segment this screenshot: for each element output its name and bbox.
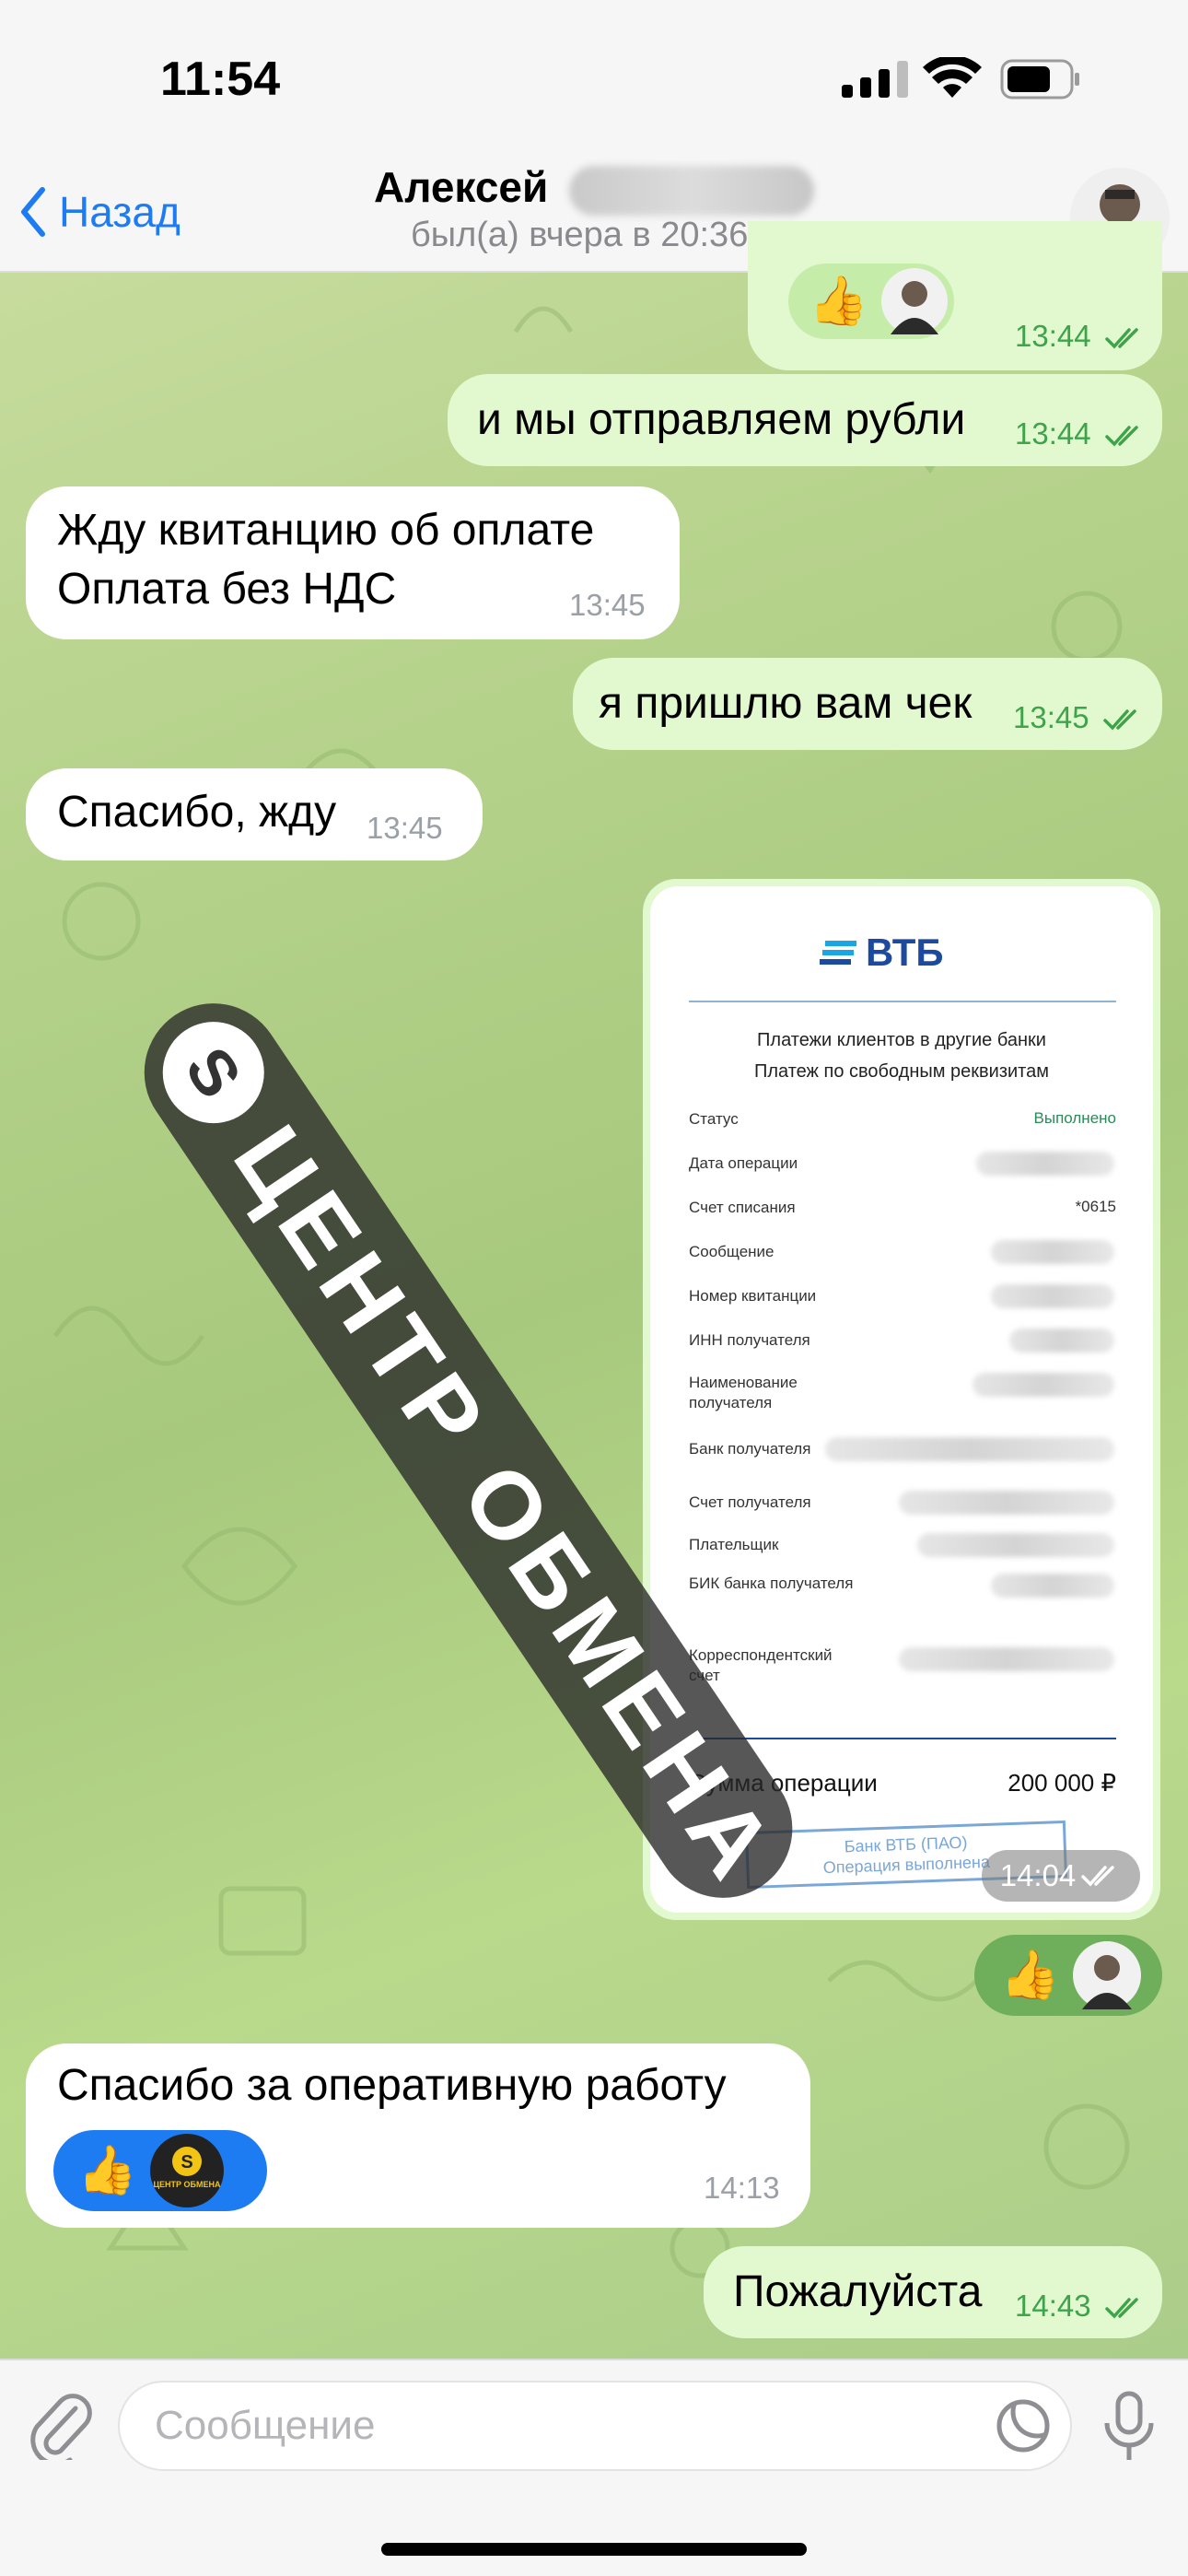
receipt-subheading: Платеж по свободным реквизитам [753, 1061, 1049, 1082]
back-button[interactable]: Назад [18, 175, 181, 249]
cellular-signal-icon [842, 61, 908, 98]
vtb-logo: ВТБ [820, 931, 944, 975]
message-time: 13:44 [1015, 416, 1146, 451]
message-text: Спасибо, жду [57, 788, 337, 837]
receipt-row-label: ИНН получателя [689, 1331, 810, 1349]
receipt-row-label: Сообщение [689, 1243, 775, 1260]
sticker-icon[interactable] [995, 2397, 1052, 2454]
reaction-chip[interactable]: 👍 [974, 1935, 1162, 2016]
vtb-logo-icon [820, 941, 856, 965]
redacted-value [973, 1373, 1114, 1397]
receipt-row-label: Счет списания [689, 1199, 796, 1216]
receipt-row-label: Корреспондентский счет [689, 1646, 833, 1684]
chat-screen: 11:54 Назад Алексей был(а) вчера в 20:36… [0, 0, 1188, 2576]
reactor-avatar-icon [1072, 1941, 1141, 2009]
redacted-value [991, 1574, 1114, 1598]
redacted-value [991, 1284, 1114, 1308]
message-input[interactable] [118, 2381, 1072, 2471]
redacted-value [899, 1647, 1114, 1671]
double-check-icon [1081, 1866, 1115, 1887]
message-bubble-out[interactable]: 👍 13:44 [748, 221, 1162, 370]
message-text: я пришлю вам чек [599, 679, 973, 728]
reaction-chip[interactable]: 👍 S ЦЕНТР ОБМЕНА [53, 2130, 267, 2211]
message-text-line-1: Жду квитанцию об оплате [57, 506, 595, 555]
status-bar: 11:54 [0, 0, 1188, 157]
redacted-value [991, 1240, 1114, 1264]
bank-name: ВТБ [866, 931, 944, 974]
status-time: 11:54 [160, 53, 281, 106]
receipt-row-label: БИК банка получателя [689, 1575, 854, 1592]
receipt-row-label: Плательщик [689, 1536, 779, 1553]
back-label: Назад [59, 188, 181, 236]
receipt-image-message[interactable]: ВТБ Платежи клиентов в другие банки Плат… [643, 879, 1160, 1920]
double-check-icon [1103, 709, 1136, 731]
thumbs-up-icon: 👍 [809, 275, 868, 328]
message-text: Спасибо за оперативную работу [57, 2061, 727, 2110]
battery-icon [1000, 59, 1079, 100]
paperclip-icon[interactable] [28, 2390, 92, 2460]
message-time: 14:43 [1015, 2289, 1146, 2324]
receipt-document[interactable]: ВТБ Платежи клиентов в другие банки Плат… [650, 886, 1153, 1913]
last-seen-status: был(а) вчера в 20:36 [411, 216, 749, 254]
receipt-heading: Платежи клиентов в другие банки [757, 1030, 1046, 1050]
receipt-row-label: Дата операции [689, 1154, 798, 1172]
message-text: и мы отправляем рубли [477, 395, 966, 444]
message-time: 13:45 [1013, 700, 1144, 735]
double-check-icon [1105, 2298, 1138, 2319]
sum-label: Сумма операции [689, 1769, 878, 1797]
message-time: 13:45 [367, 811, 443, 845]
receipt-status-value: Выполнено [1033, 1109, 1116, 1127]
redacted-value [825, 1437, 1114, 1461]
redacted-value [976, 1152, 1114, 1176]
message-time: 13:45 [569, 588, 646, 622]
double-check-icon [1105, 328, 1138, 349]
reaction-chip[interactable]: 👍 [788, 263, 954, 339]
reaction-avatar-label: ЦЕНТР ОБМЕНА [153, 2180, 221, 2189]
sum-value: 200 000 ₽ [1007, 1769, 1116, 1797]
divider [689, 1001, 1116, 1002]
message-text-line-2: Оплата без НДС [57, 565, 397, 614]
wifi-icon [923, 57, 982, 98]
receipt-row-label: Наименование получателя [689, 1374, 798, 1411]
receipt-row-label: Номер квитанции [689, 1287, 817, 1305]
thumbs-up-icon: 👍 [77, 2144, 137, 2197]
message-bubble-in[interactable]: Жду квитанцию об оплате Оплата без НДС 1… [26, 486, 680, 639]
receipt-row-label: Статус [689, 1110, 739, 1128]
reactor-avatar-icon [880, 268, 948, 334]
redacted-value [1009, 1329, 1114, 1352]
thumbs-up-icon: 👍 [1000, 1949, 1060, 2002]
redacted-value [917, 1533, 1114, 1557]
receipt-time-badge: 14:04 [982, 1850, 1140, 1902]
message-time: 13:44 [1015, 319, 1146, 354]
svg-text:S: S [181, 2152, 192, 2172]
double-check-icon [1105, 426, 1138, 447]
receipt-account-value: *0615 [1075, 1198, 1116, 1215]
chevron-left-icon [21, 187, 45, 237]
message-bubble-out[interactable]: я пришлю вам чек 13:45 [573, 658, 1162, 750]
home-indicator [381, 2543, 807, 2556]
watermark-logo-icon: S [143, 1001, 285, 1143]
message-bubble-in[interactable]: Спасибо, жду 13:45 [26, 768, 483, 861]
redacted-value [899, 1491, 1114, 1515]
message-bubble-in[interactable]: Спасибо за оперативную работу 👍 S ЦЕНТР … [26, 2043, 810, 2228]
redacted-surname [569, 166, 814, 216]
microphone-icon[interactable] [1101, 2390, 1157, 2464]
message-bubble-out[interactable]: Пожалуйста 14:43 [704, 2246, 1162, 2338]
contact-name[interactable]: Алексей [374, 162, 548, 212]
message-input-bar [0, 2359, 1188, 2576]
tsentr-obmena-logo-icon: S ЦЕНТР ОБМЕНА [149, 2134, 224, 2207]
message-time: 14:13 [704, 2171, 780, 2205]
message-bubble-out[interactable]: и мы отправляем рубли 13:44 [448, 374, 1162, 466]
divider [689, 1738, 1116, 1739]
message-text: Пожалуйста [733, 2267, 983, 2316]
receipt-row-label: Счет получателя [689, 1493, 811, 1511]
